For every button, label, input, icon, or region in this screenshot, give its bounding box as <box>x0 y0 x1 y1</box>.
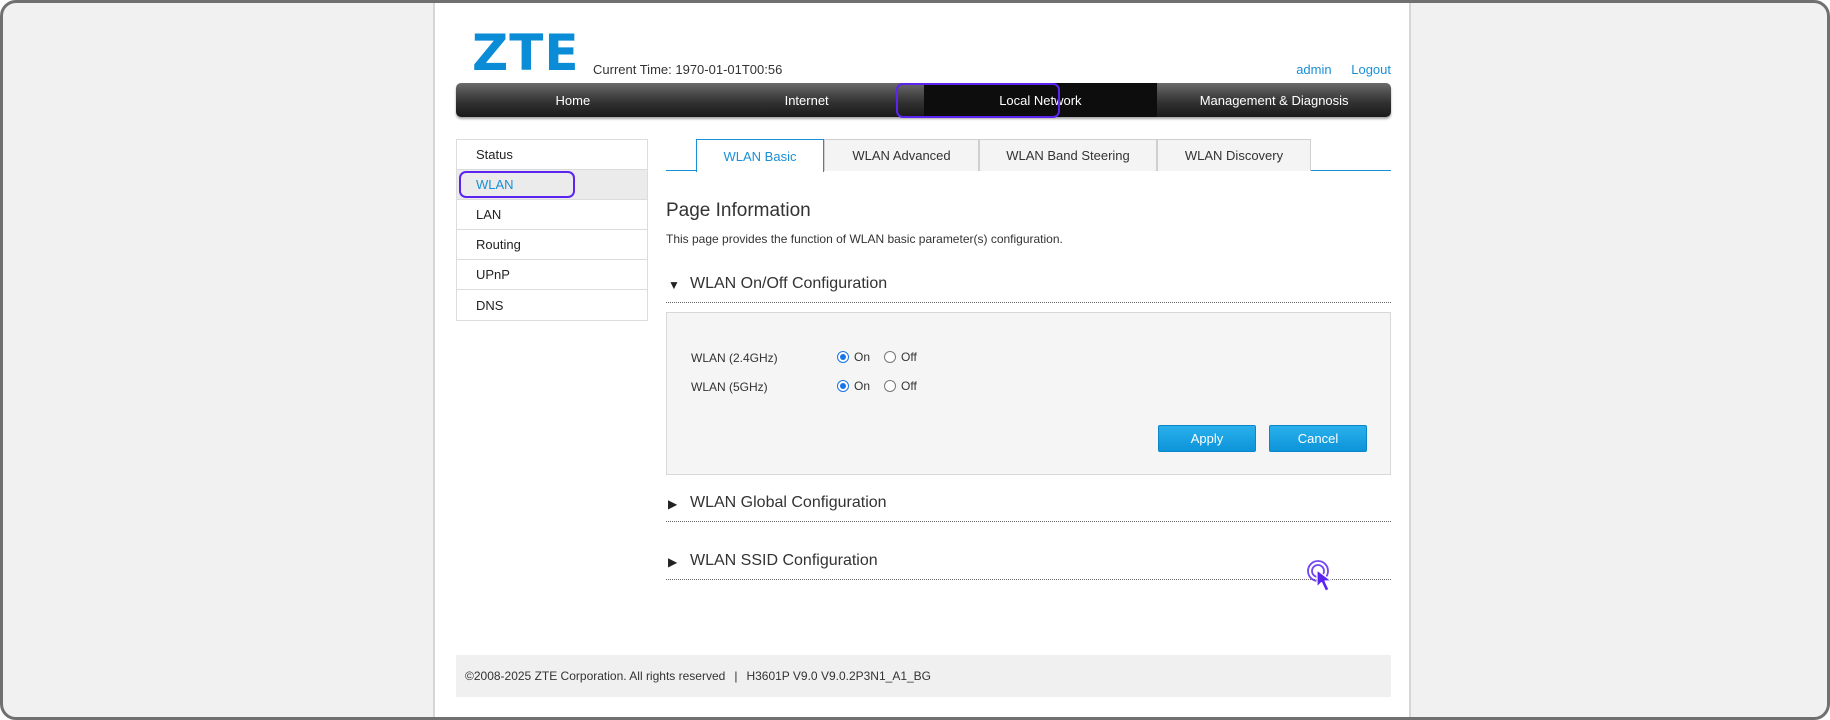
tab-bar: WLAN Basic WLAN Advanced WLAN Band Steer… <box>666 139 1391 172</box>
section-header-wlan-global[interactable]: ▶ WLAN Global Configuration <box>666 492 1391 522</box>
footer-separator: | <box>734 669 738 683</box>
wlan-24ghz-label: WLAN (2.4GHz) <box>691 351 778 365</box>
wlan-5ghz-on-radio[interactable] <box>837 380 849 392</box>
wlan-24ghz-off-radio[interactable] <box>884 351 897 363</box>
sidebar: Status WLAN LAN Routing UPnP DNS <box>456 139 648 321</box>
section-title: WLAN Global Configuration <box>690 494 887 511</box>
wlan-5ghz-label: WLAN (5GHz) <box>691 380 768 394</box>
wlan-5ghz-radio-group: On Off <box>837 379 931 393</box>
firmware-version: H3601P V9.0 V9.0.2P3N1_A1_BG <box>746 669 932 683</box>
copyright-text: ©2008-2025 ZTE Corporation. All rights r… <box>465 669 726 683</box>
tab-wlan-discovery[interactable]: WLAN Discovery <box>1157 139 1311 171</box>
sidebar-item-status[interactable]: Status <box>457 140 647 170</box>
section-title: WLAN On/Off Configuration <box>690 275 888 292</box>
triangle-down-icon: ▼ <box>668 278 680 292</box>
zte-logo: ZTE <box>472 24 580 82</box>
wlan-24ghz-radio-group: On Off <box>837 350 931 364</box>
triangle-right-icon: ▶ <box>668 555 678 569</box>
tab-wlan-advanced[interactable]: WLAN Advanced <box>824 139 979 171</box>
sidebar-item-dns[interactable]: DNS <box>457 290 647 320</box>
radio-label-off: Off <box>901 379 917 393</box>
sidebar-item-routing[interactable]: Routing <box>457 230 647 260</box>
sidebar-item-wlan[interactable]: WLAN <box>457 170 647 200</box>
page-footer: ©2008-2025 ZTE Corporation. All rights r… <box>456 655 1391 697</box>
tab-wlan-band-steering[interactable]: WLAN Band Steering <box>979 139 1157 171</box>
current-time: Current Time: 1970-01-01T00:56 <box>593 62 783 77</box>
router-admin-page: ZTE Current Time: 1970-01-01T00:56 admin… <box>433 3 1411 717</box>
apply-button[interactable]: Apply <box>1158 425 1256 452</box>
main-nav: Home Internet Local Network Management &… <box>456 83 1391 117</box>
logout-link[interactable]: Logout <box>1351 62 1391 77</box>
section-title: WLAN SSID Configuration <box>690 552 878 569</box>
sidebar-item-upnp[interactable]: UPnP <box>457 260 647 290</box>
section-header-wlan-onoff[interactable]: ▼ WLAN On/Off Configuration <box>666 273 1391 303</box>
wlan-24ghz-on-radio[interactable] <box>837 351 849 363</box>
sidebar-item-lan[interactable]: LAN <box>457 200 647 230</box>
radio-label-off: Off <box>901 350 917 364</box>
screenshot-frame: ZTE Current Time: 1970-01-01T00:56 admin… <box>0 0 1830 720</box>
section-header-wlan-ssid[interactable]: ▶ WLAN SSID Configuration <box>666 550 1391 580</box>
wlan-onoff-panel: WLAN (2.4GHz) On Off WLAN (5GHz) On Off … <box>666 312 1391 475</box>
radio-label-on: On <box>854 350 871 364</box>
nav-home[interactable]: Home <box>456 83 690 117</box>
radio-label-on: On <box>854 379 871 393</box>
user-link-admin[interactable]: admin <box>1296 62 1331 77</box>
page-title: Page Information <box>666 200 811 221</box>
triangle-right-icon: ▶ <box>668 497 678 511</box>
nav-internet[interactable]: Internet <box>690 83 924 117</box>
cancel-button[interactable]: Cancel <box>1269 425 1367 452</box>
page-description: This page provides the function of WLAN … <box>666 232 1063 246</box>
user-links: admin Logout <box>1280 62 1391 77</box>
wlan-5ghz-off-radio[interactable] <box>884 380 897 392</box>
nav-management-diagnosis[interactable]: Management & Diagnosis <box>1157 83 1391 117</box>
tab-wlan-basic[interactable]: WLAN Basic <box>696 139 824 172</box>
mouse-cursor-icon <box>1307 560 1333 592</box>
nav-local-network[interactable]: Local Network <box>923 83 1158 117</box>
